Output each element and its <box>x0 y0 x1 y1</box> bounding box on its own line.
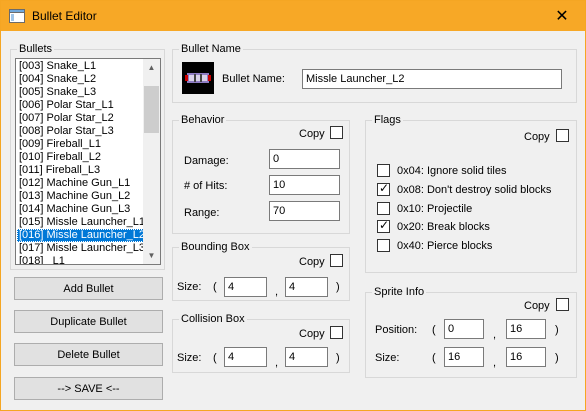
behavior-group-label: Behavior <box>179 113 227 127</box>
bullet-list-item[interactable]: [008] Polar Star_L3 <box>17 125 144 138</box>
collision-open-paren: ( <box>213 352 217 364</box>
sprite-copy-label: Copy <box>524 300 550 312</box>
bullet-list-item[interactable]: [004] Snake_L2 <box>17 73 144 86</box>
sprite-position-close-paren: ) <box>555 324 559 336</box>
bullet-list-item[interactable]: [005] Snake_L3 <box>17 86 144 99</box>
collision-close-paren: ) <box>336 352 340 364</box>
sprite-size-comma: , <box>493 357 497 369</box>
window-title: Bullet Editor <box>32 9 97 23</box>
collision-box-group-label: Collision Box <box>179 312 247 326</box>
title-bar[interactable]: Bullet Editor ✕ <box>1 1 585 31</box>
sprite-size-w-input[interactable]: 16 <box>444 347 484 367</box>
collision-size-label: Size: <box>177 352 202 364</box>
behavior-copy-label: Copy <box>299 128 325 140</box>
bounding-open-paren: ( <box>213 281 217 293</box>
sprite-info-group-label: Sprite Info <box>372 285 427 299</box>
add-bullet-button[interactable]: Add Bullet <box>14 277 163 300</box>
collision-height-input[interactable]: 4 <box>285 347 328 367</box>
bounding-copy-checkbox[interactable] <box>330 254 343 267</box>
bullet-name-label: Bullet Name: <box>222 73 285 85</box>
bullet-list-item[interactable]: [017] Missle Launcher_L3 <box>17 242 145 255</box>
bullet-sprite-icon <box>182 62 214 94</box>
close-button[interactable]: ✕ <box>539 1 585 31</box>
bounding-height-input[interactable]: 4 <box>285 277 328 297</box>
app-icon <box>9 9 25 23</box>
flag-checkbox[interactable] <box>377 218 390 233</box>
flag-checkbox[interactable] <box>377 181 390 196</box>
bullet-list-item[interactable]: [006] Polar Star_L1 <box>17 99 144 112</box>
bullet-list-item[interactable]: [016] Missle Launcher_L2 <box>17 229 145 242</box>
collision-comma: , <box>275 357 279 369</box>
range-input[interactable]: 70 <box>269 201 340 221</box>
flags-group-label: Flags <box>372 113 403 127</box>
range-label: Range: <box>184 207 220 219</box>
sprite-pos-y-input[interactable]: 16 <box>506 319 546 339</box>
bounding-size-label: Size: <box>177 281 202 293</box>
bounding-close-paren: ) <box>336 281 340 293</box>
scroll-thumb[interactable] <box>144 86 159 133</box>
bullets-listbox[interactable]: [003] Snake_L1 [004] Snake_L2 [005] Snake_… <box>15 58 161 265</box>
close-icon: ✕ <box>555 8 569 25</box>
hits-input[interactable]: 10 <box>269 175 340 195</box>
bullet-list-item[interactable]: [013] Machine Gun_L2 <box>17 190 144 203</box>
sprite-size-h-input[interactable]: 16 <box>506 347 546 367</box>
scroll-up-icon[interactable]: ▲ <box>143 59 160 76</box>
bullet-name-group-label: Bullet Name <box>179 42 243 56</box>
bullet-list-item[interactable]: [018]_ L1 <box>17 255 144 264</box>
bullet-list-item[interactable]: [012] Machine Gun_L1 <box>17 177 144 190</box>
bullet-list-item[interactable]: [007] Polar Star_L2 <box>17 112 144 125</box>
flags-copy-label: Copy <box>524 131 550 143</box>
flag-label: 0x04: Ignore solid tiles <box>397 165 507 177</box>
bounding-width-input[interactable]: 4 <box>224 277 267 297</box>
delete-bullet-button[interactable]: Delete Bullet <box>14 343 163 366</box>
bullet-list-item[interactable]: [003] Snake_L1 <box>17 60 144 73</box>
bullet-editor-window: Bullet Editor ✕ Bullets [003] Snake_L1 [0… <box>0 0 586 411</box>
bounding-comma: , <box>275 286 279 298</box>
sprite-position-comma: , <box>493 329 497 341</box>
bullet-list-item[interactable]: [009] Fireball_L1 <box>17 138 144 151</box>
bullet-list-item[interactable]: [015] Missle Launcher_L1 <box>17 216 145 229</box>
collision-width-input[interactable]: 4 <box>224 347 267 367</box>
sprite-size-label: Size: <box>375 352 400 364</box>
bullet-list-item[interactable]: [011] Fireball_L3 <box>17 164 144 177</box>
bullet-list-item[interactable]: [010] Fireball_L2 <box>17 151 144 164</box>
flag-label: 0x10: Projectile <box>397 203 473 215</box>
behavior-copy-checkbox[interactable] <box>330 126 343 139</box>
sprite-size-close-paren: ) <box>555 352 559 364</box>
flag-label: 0x08: Don't destroy solid blocks <box>397 184 552 196</box>
flag-checkbox[interactable] <box>377 202 390 215</box>
bullet-name-input[interactable]: Missle Launcher_L2 <box>302 69 562 89</box>
hits-label: # of Hits: <box>184 180 228 192</box>
collision-copy-label: Copy <box>299 328 325 340</box>
bullet-list-item[interactable]: [014] Machine Gun_L3 <box>17 203 144 216</box>
bounding-box-group-label: Bounding Box <box>179 240 252 254</box>
sprite-pos-x-input[interactable]: 0 <box>444 319 484 339</box>
damage-input[interactable]: 0 <box>269 149 340 169</box>
flags-copy-checkbox[interactable] <box>556 129 569 142</box>
duplicate-bullet-button[interactable]: Duplicate Bullet <box>14 310 163 333</box>
save-button[interactable]: --> SAVE <-- <box>14 377 163 400</box>
bullets-scrollbar[interactable]: ▲ ▼ <box>143 59 160 264</box>
bounding-copy-label: Copy <box>299 256 325 268</box>
flag-label: 0x40: Pierce blocks <box>397 240 493 252</box>
damage-label: Damage: <box>184 155 229 167</box>
bullets-group-label: Bullets <box>17 42 55 56</box>
collision-copy-checkbox[interactable] <box>330 326 343 339</box>
flag-checkbox[interactable] <box>377 239 390 252</box>
flag-checkbox[interactable] <box>377 164 390 177</box>
flag-label: 0x20: Break blocks <box>397 221 490 233</box>
sprite-copy-checkbox[interactable] <box>556 298 569 311</box>
sprite-position-label: Position: <box>375 324 418 336</box>
scroll-down-icon[interactable]: ▼ <box>143 247 160 264</box>
sprite-position-open-paren: ( <box>432 324 436 336</box>
sprite-size-open-paren: ( <box>432 352 436 364</box>
